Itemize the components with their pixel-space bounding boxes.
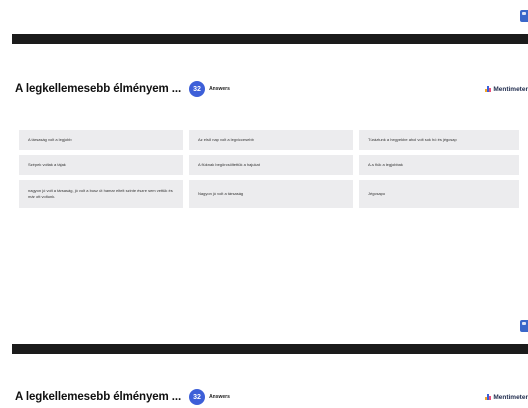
answer-card: Szépek voltak a tájak: [19, 155, 183, 175]
mentimeter-bars-icon: [485, 394, 491, 400]
slide-header: A legkellemesebb élményem ... 32 Answers…: [15, 386, 528, 408]
slide-title: A legkellemesebb élményem ...: [15, 83, 182, 95]
answers-grid: A társaság volt a legjobb Az első nap vo…: [19, 130, 519, 208]
brand-name: Mentimeter: [493, 85, 528, 93]
slide-header: A legkellemesebb élményem ... 32 Answers…: [15, 78, 528, 100]
answer-card: Jégcsapo: [359, 180, 519, 208]
slide-separator-bar: [12, 34, 528, 44]
mentimeter-bars-icon: [485, 86, 491, 92]
slide-title: A legkellemesebb élményem ...: [15, 391, 182, 403]
brand-logo: Mentimeter: [485, 394, 528, 401]
answer-count-badge: 32: [189, 81, 206, 97]
brand-name: Mentimeter: [493, 393, 528, 401]
answer-card: A társaság volt a legjobb: [19, 130, 183, 150]
answer-card: Nagyon jó volt a társaság: [189, 180, 353, 208]
answers-label: Answers: [209, 86, 230, 92]
answers-label: Answers: [209, 394, 230, 400]
brand-logo: Mentimeter: [485, 86, 528, 93]
page-indicator: [520, 10, 528, 22]
page-indicator: [520, 320, 528, 332]
answer-card: Az első nap volt a legviccesebb: [189, 130, 353, 150]
answer-card: A-s fiúk a legjobbak: [359, 155, 519, 175]
answer-card: A fiúknak begörcsöltettük a hajukat: [189, 155, 353, 175]
answer-card: nagyon jó volt a társaság, jó volt a bus…: [19, 180, 183, 208]
answer-card: Túráztunk a hegyekbe ahol volt sok hó és…: [359, 130, 519, 150]
slide-separator-bar: [12, 344, 528, 354]
